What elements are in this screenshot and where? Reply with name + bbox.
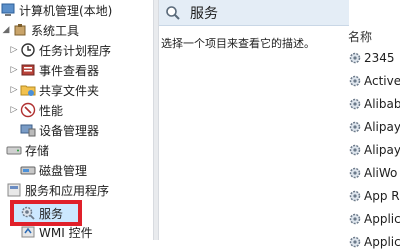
- services-apps-icon: [6, 182, 22, 198]
- list-item[interactable]: Alibab: [348, 94, 400, 114]
- tree-item-label: 任务计划程序: [39, 43, 112, 58]
- tree-item-label: 服务和应用程序: [25, 183, 110, 198]
- column-header-name[interactable]: 名称: [348, 28, 372, 45]
- tree-root[interactable]: 计算机管理(本地): [0, 0, 112, 20]
- list-item[interactable]: Active: [348, 71, 400, 91]
- service-gear-icon: [348, 74, 362, 88]
- service-gear-icon: [348, 212, 362, 226]
- tree-item-label: 设备管理器: [39, 123, 100, 138]
- tree-item-services-apps[interactable]: 服务和应用程序: [0, 180, 109, 200]
- tree-item-label: 共享文件夹: [39, 83, 100, 98]
- service-name: Alipay: [364, 120, 400, 134]
- list-item[interactable]: Applic: [348, 232, 400, 252]
- tree-item-storage[interactable]: 存储: [0, 140, 49, 160]
- computer-management-icon: [0, 2, 16, 18]
- service-gear-icon: [348, 235, 362, 249]
- list-item[interactable]: 2345: [348, 48, 395, 68]
- service-gear-icon: [348, 51, 362, 65]
- shared-folder-icon: [20, 82, 36, 98]
- list-item[interactable]: Alipay: [348, 140, 400, 160]
- service-gear-icon: [348, 189, 362, 203]
- tree-item-performance[interactable]: ▷ 性能: [8, 100, 63, 120]
- description-text: 选择一个项目来查看它的描述。: [161, 37, 315, 50]
- tree-item-label: 磁盘管理: [39, 163, 88, 178]
- performance-icon: [20, 102, 36, 118]
- service-name: Active: [364, 74, 400, 88]
- expand-arrow-icon[interactable]: ▷: [8, 45, 20, 55]
- list-item[interactable]: Alipay: [348, 117, 400, 137]
- tree-item-label: WMI 控件: [39, 225, 93, 240]
- service-name: AliWo: [364, 166, 398, 180]
- service-name: Applic: [364, 235, 400, 249]
- list-item[interactable]: AliWo: [348, 163, 397, 183]
- service-gear-icon: [348, 120, 362, 134]
- services-list: 名称 2345 Active Alibab Alipay Alipay AliW…: [348, 26, 400, 249]
- services-header: 服务: [159, 0, 349, 26]
- expand-arrow-icon[interactable]: ▷: [8, 105, 20, 115]
- service-gear-icon: [348, 97, 362, 111]
- tree-item-shared-folders[interactable]: ▷ 共享文件夹: [8, 80, 99, 100]
- tree-item-wmi-control[interactable]: WMI 控件: [20, 222, 93, 242]
- clock-icon: [20, 42, 36, 58]
- page-title: 服务: [190, 5, 218, 22]
- tree-item-disk-management[interactable]: 磁盘管理: [20, 160, 87, 180]
- list-item[interactable]: Applic: [348, 209, 400, 229]
- storage-icon: [6, 142, 22, 158]
- expand-arrow-icon[interactable]: ▷: [8, 85, 20, 95]
- services-search-icon: [165, 5, 181, 21]
- service-name: Alipay: [364, 143, 400, 157]
- service-name: 2345: [364, 51, 395, 65]
- navigation-tree: 计算机管理(本地) ◢ 系统工具 ▷ 任务计划程序 ▷ 事件查看器 ▷ 共享文件…: [0, 0, 153, 240]
- tree-item-task-scheduler[interactable]: ▷ 任务计划程序: [8, 40, 111, 60]
- tree-item-label: 性能: [39, 103, 64, 118]
- tree-item-event-viewer[interactable]: ▷ 事件查看器: [8, 60, 99, 80]
- system-tools-icon: [12, 22, 28, 38]
- tree-item-system-tools[interactable]: ◢ 系统工具: [0, 20, 79, 40]
- expand-arrow-icon[interactable]: ▷: [8, 65, 20, 75]
- service-name: Applic: [364, 212, 400, 226]
- device-manager-icon: [20, 122, 36, 138]
- services-pane: 服务 选择一个项目来查看它的描述。 名称 2345 Active Alibab …: [159, 0, 400, 249]
- event-viewer-icon: [20, 62, 36, 78]
- tree-item-device-manager[interactable]: 设备管理器: [20, 120, 99, 140]
- list-item[interactable]: App R: [348, 186, 400, 206]
- service-gear-icon: [348, 166, 362, 180]
- tree-root-label: 计算机管理(本地): [19, 3, 113, 18]
- tree-item-label: 存储: [25, 143, 50, 158]
- tree-item-label: 事件查看器: [39, 63, 100, 78]
- service-name: App R: [364, 189, 400, 203]
- service-name: Alibab: [364, 97, 400, 111]
- wmi-control-icon: [20, 224, 36, 240]
- collapse-arrow-icon[interactable]: ◢: [0, 25, 12, 35]
- service-gear-icon: [348, 143, 362, 157]
- tree-item-label: 系统工具: [31, 23, 80, 38]
- disk-management-icon: [20, 162, 36, 178]
